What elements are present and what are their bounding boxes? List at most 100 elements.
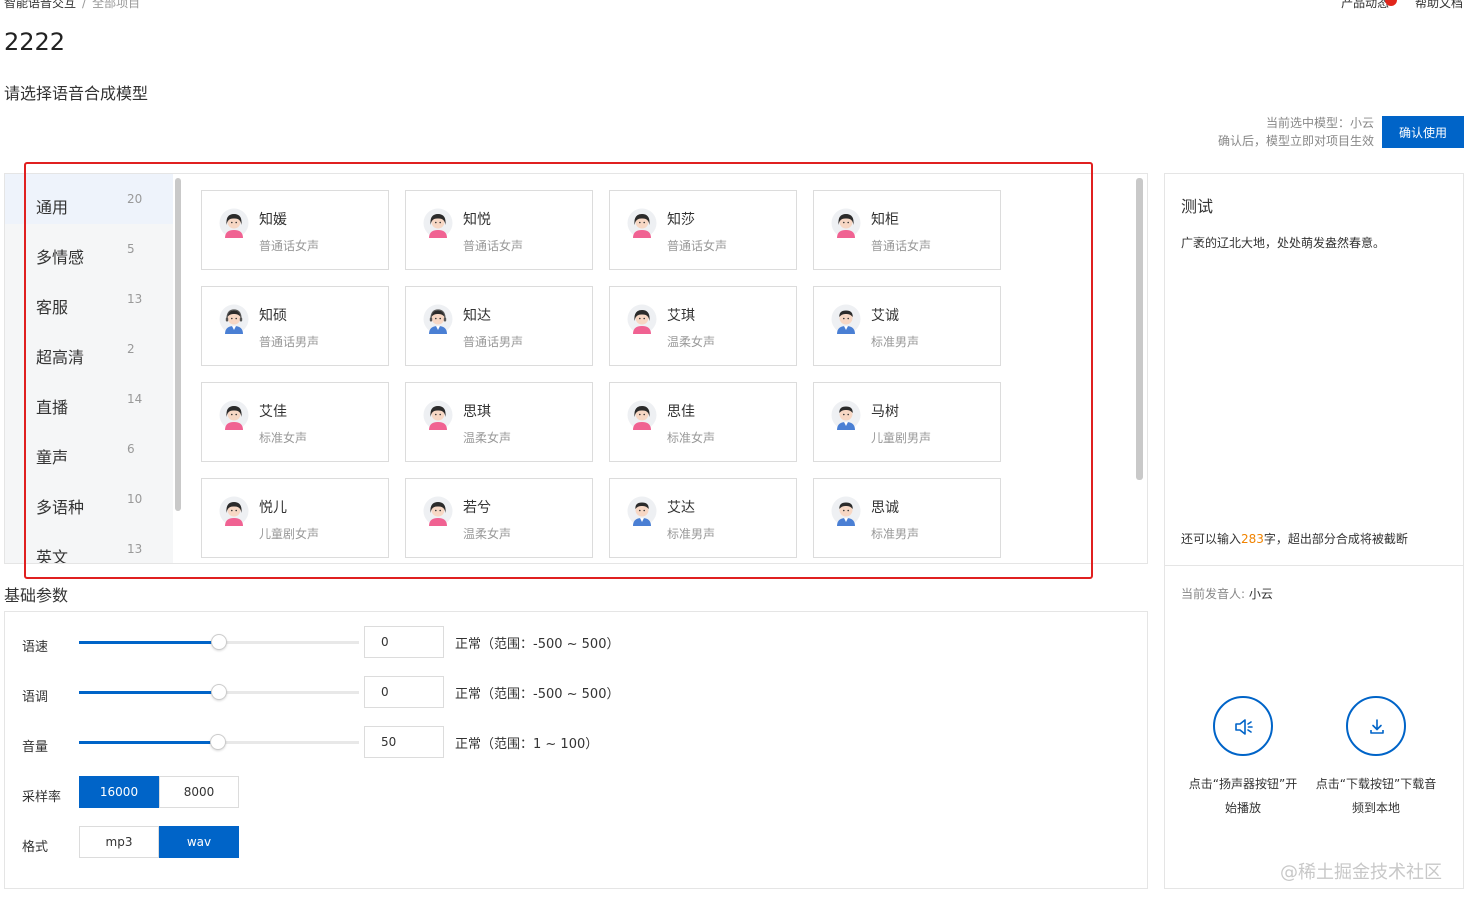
voice-card[interactable]: 思琪 温柔女声 [405,382,593,462]
breadcrumb-root[interactable]: 智能语音交互 [4,0,76,10]
category-label: 多情感 [36,248,85,267]
category-label: 童声 [36,448,69,467]
voice-desc: 标准男声 [667,527,716,541]
voice-card[interactable]: 马树 儿童剧男声 [813,382,1001,462]
speed-slider-thumb[interactable] [211,634,227,650]
play-speaker-button[interactable] [1213,696,1273,756]
category-item[interactable]: 英文 13 [5,524,173,563]
female-avatar-icon [219,496,249,526]
sample-rate-8000-button[interactable]: 8000 [159,776,239,808]
female-avatar-icon [219,400,249,430]
download-caption-line-2: 频到本地 [1351,801,1400,815]
speed-slider-fill [79,641,219,644]
category-label: 多语种 [36,498,85,517]
product-news-link[interactable]: 产品动态 [1319,0,1398,10]
voice-card[interactable]: 知莎 普通话女声 [609,190,797,270]
volume-input[interactable]: 50 [364,726,444,758]
pitch-input[interactable]: 0 [364,676,444,708]
volume-slider[interactable] [79,734,359,750]
page-title: 2222 [4,28,66,56]
voice-card[interactable]: 艾佳 标准女声 [201,382,389,462]
voice-card[interactable]: 艾琪 温柔女声 [609,286,797,366]
play-caption-line-1: 点击“扬声器按钮”开 [1188,777,1298,791]
speed-label: 语速 [22,640,49,655]
breadcrumb: 智能语音交互 / 全部项目 [4,0,140,11]
category-label: 直播 [36,398,69,417]
model-selection-panel: 通用 20 多情感 5 客服 13 超高清 2 直播 14 童声 6 多语种 10 英文 13 知媛 普通话女声… [4,173,1148,564]
female-avatar-icon [423,208,453,238]
category-item[interactable]: 多情感 5 [5,224,173,274]
speed-hint: 正常（范围：-500 ~ 500） [455,637,620,652]
voice-card[interactable]: 知柜 普通话女声 [813,190,1001,270]
voice-name: 知达 [463,308,491,324]
voice-card[interactable]: 悦儿 儿童剧女声 [201,478,389,558]
breadcrumb-separator: / [82,0,87,10]
category-item[interactable]: 童声 6 [5,424,173,474]
voice-card[interactable]: 知媛 普通话女声 [201,190,389,270]
category-scrollbar[interactable] [175,178,181,511]
download-caption: 点击“下载按钮”下载音 频到本地 [1311,772,1441,820]
voice-card[interactable]: 知达 普通话男声 [405,286,593,366]
voice-card[interactable]: 艾达 标准男声 [609,478,797,558]
voice-card[interactable]: 知悦 普通话女声 [405,190,593,270]
breadcrumb-current[interactable]: 全部项目 [92,0,140,10]
voice-card[interactable]: 知硕 普通话男声 [201,286,389,366]
category-item[interactable]: 超高清 2 [5,324,173,374]
speed-input[interactable]: 0 [364,626,444,658]
volume-slider-thumb[interactable] [209,734,226,750]
help-docs-link[interactable]: 帮助文档 [1415,0,1463,10]
params-panel: 语速 0 正常（范围：-500 ~ 500） 语调 0 正常（范围：-500 ~… [4,611,1148,889]
notification-badge [1385,0,1398,6]
female-avatar-icon [219,208,249,238]
speaker-name: 小云 [1248,587,1273,601]
pitch-slider[interactable] [79,684,359,700]
voice-card[interactable]: 思佳 标准女声 [609,382,797,462]
test-text-input[interactable]: 广袤的辽北大地，处处萌发盎然春意。 [1181,234,1385,251]
category-item[interactable]: 直播 14 [5,374,173,424]
category-list: 通用 20 多情感 5 客服 13 超高清 2 直播 14 童声 6 多语种 10 英文 13 [5,174,173,563]
confirm-use-button[interactable]: 确认使用 [1382,116,1464,148]
voice-desc: 温柔女声 [667,335,716,349]
voice-name: 思佳 [667,404,695,420]
voice-name: 知悦 [463,212,491,228]
play-caption-line-2: 始播放 [1224,801,1261,815]
voice-name: 艾诚 [871,308,899,324]
speed-slider[interactable] [79,634,359,650]
sample-rate-toggle: 16000 8000 [79,776,239,808]
download-caption-line-1: 点击“下载按钮”下载音 [1315,777,1437,791]
voice-desc: 普通话女声 [667,239,728,253]
current-model-text: 当前选中模型：小云 [1265,116,1374,130]
test-divider [1165,565,1463,566]
voice-desc: 普通话男声 [259,335,320,349]
top-bar: 智能语音交互 / 全部项目 产品动态 帮助文档 [0,0,1465,12]
voice-desc: 普通话男声 [463,335,524,349]
voice-card[interactable]: 思诚 标准男声 [813,478,1001,558]
category-count: 10 [127,492,143,506]
voice-name: 知莎 [667,212,695,228]
format-mp3-button[interactable]: mp3 [79,826,159,858]
voice-desc: 普通话女声 [259,239,320,253]
voice-name: 艾达 [667,500,695,516]
female-avatar-icon [627,304,657,334]
category-label: 通用 [36,198,69,217]
voice-grid-scrollbar[interactable] [1136,178,1143,480]
sample-rate-16000-button[interactable]: 16000 [79,776,159,808]
download-icon [1370,719,1384,734]
speaker-icon [1235,719,1253,735]
pitch-hint: 正常（范围：-500 ~ 500） [455,687,620,702]
category-count: 13 [127,542,143,556]
remain-suffix: 字，超出部分合成将被截断 [1263,532,1408,546]
category-item[interactable]: 多语种 10 [5,474,173,524]
char-remaining-text: 还可以输入283字，超出部分合成将被截断 [1181,530,1408,547]
download-button[interactable] [1346,696,1406,756]
voice-card[interactable]: 若兮 温柔女声 [405,478,593,558]
speaker-label: 当前发音人: [1181,587,1249,601]
voice-desc: 标准男声 [871,335,920,349]
category-item[interactable]: 通用 20 [5,174,173,224]
category-item[interactable]: 客服 13 [5,274,173,324]
female-avatar-icon [423,496,453,526]
pitch-slider-thumb[interactable] [211,684,227,700]
voice-card[interactable]: 艾诚 标准男声 [813,286,1001,366]
pitch-label: 语调 [22,690,49,705]
format-wav-button[interactable]: wav [159,826,239,858]
